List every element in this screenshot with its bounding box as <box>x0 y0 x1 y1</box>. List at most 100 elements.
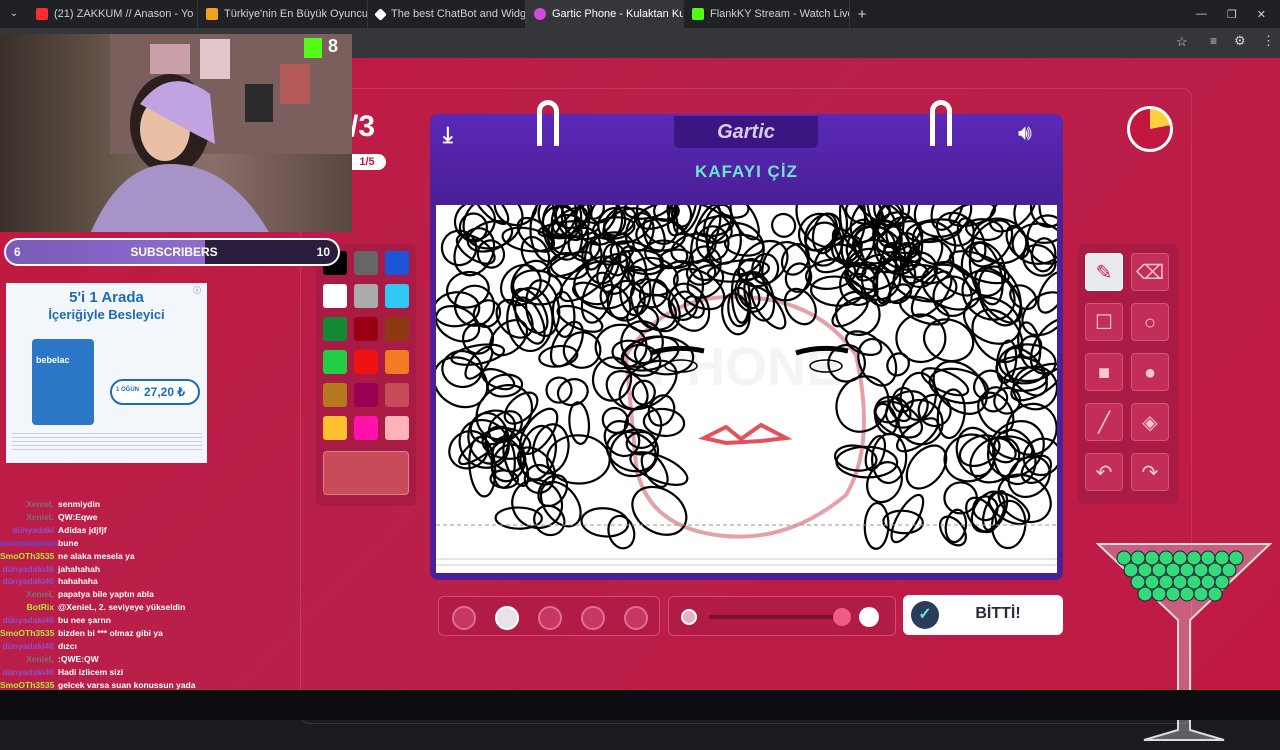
chat-username[interactable]: usertamamları <box>0 537 58 550</box>
redo-icon[interactable]: ↷ <box>1131 453 1169 491</box>
opacity-max-dot <box>859 607 879 627</box>
kick-ball <box>1165 586 1181 602</box>
color-swatch[interactable] <box>323 350 347 374</box>
ad-brand: bebelac <box>36 355 70 365</box>
media-icon[interactable]: ≡ <box>1210 34 1217 48</box>
color-swatch[interactable] <box>323 317 347 341</box>
hair-scribble <box>771 212 797 238</box>
chat-username[interactable]: XenieL <box>0 588 54 601</box>
color-swatch[interactable] <box>323 284 347 308</box>
hair-scribble <box>537 474 569 508</box>
chat-username[interactable]: dünyadaki46 <box>0 640 55 653</box>
tab-gaming-site[interactable]: Türkiye'nin En Büyük Oyuncu D ✕ <box>198 0 368 28</box>
ellipse-outline-tool[interactable]: ○ <box>1131 303 1169 341</box>
brush-size-1[interactable] <box>452 606 476 630</box>
color-swatch[interactable] <box>354 251 378 275</box>
round-sub-badge: 1/5 <box>348 154 386 170</box>
tab-label: (21) ZAKKUM // Anason - Yo <box>54 8 194 20</box>
hair-scribble <box>568 401 591 445</box>
drawing-canvas[interactable]: PHONE <box>436 205 1057 573</box>
streamer-webcam <box>90 34 352 232</box>
tool-panel: ✎ ⌫ ☐ ○ ■ ● ╱ ◈ ↶ ↷ <box>1078 244 1178 504</box>
color-swatch[interactable] <box>354 416 378 440</box>
chat-text: senmiydin <box>58 499 101 509</box>
drawing-strokes: PHONE <box>436 205 1057 566</box>
chat-message: XenieL:QWE:QW <box>0 653 300 666</box>
color-swatch[interactable] <box>385 284 409 308</box>
opacity-slider-handle[interactable] <box>833 608 851 626</box>
chat-text: Hadi izlicem sizi <box>58 666 124 677</box>
color-swatch[interactable] <box>385 383 409 407</box>
maximize-icon[interactable]: ❐ <box>1227 8 1237 21</box>
chat-username[interactable]: dünyadaki46 <box>0 666 55 679</box>
chat-text: jahahahah <box>58 563 101 574</box>
new-tab-button[interactable]: + <box>850 6 874 23</box>
opacity-slider-bar <box>668 596 896 636</box>
rectangle-fill-tool[interactable]: ■ <box>1085 353 1123 391</box>
color-swatch[interactable] <box>354 284 378 308</box>
color-swatch[interactable] <box>354 350 378 374</box>
done-button[interactable]: ✓ BİTTİ! <box>903 595 1063 635</box>
brush-size-3[interactable] <box>538 606 562 630</box>
chat-username[interactable]: XenieL <box>0 498 54 511</box>
ad-title-1: 5'i 1 Arada <box>69 289 144 306</box>
opacity-min-dot <box>681 609 697 625</box>
chat-text: gelcek varsa suan konussun yada <box>58 679 196 690</box>
color-swatch[interactable] <box>385 251 409 275</box>
sound-icon[interactable]: 🔊︎ <box>1018 120 1032 146</box>
line-tool[interactable]: ╱ <box>1085 403 1123 441</box>
ad-choices-icon[interactable]: ⓘ <box>193 285 205 295</box>
opacity-slider-track[interactable] <box>709 615 843 619</box>
tab-chatbot[interactable]: The best ChatBot and Widgets ✕ <box>368 0 526 28</box>
undo-icon[interactable]: ↶ <box>1085 453 1123 491</box>
gartic-icon <box>534 8 546 20</box>
ellipse-fill-tool[interactable]: ● <box>1131 353 1169 391</box>
color-swatch[interactable] <box>385 317 409 341</box>
fill-bucket-tool[interactable]: ◈ <box>1131 403 1169 441</box>
chat-message: dünyadaki46 bu nee şarnn <box>0 614 300 627</box>
brush-size-2[interactable] <box>495 606 519 630</box>
chat-message: XenieL papatya bile yaptın abla <box>0 588 300 601</box>
chat-username[interactable]: XenieL <box>0 653 54 666</box>
tab-gartic-phone[interactable]: Gartic Phone - Kulaktan Kul ✕ <box>526 0 684 28</box>
extensions-icon[interactable]: ⚙ <box>1234 33 1246 49</box>
kick-ball <box>1137 586 1153 602</box>
color-swatch[interactable] <box>354 317 378 341</box>
color-swatch[interactable] <box>354 383 378 407</box>
color-swatch[interactable] <box>385 416 409 440</box>
chat-username[interactable]: XenieL <box>0 511 54 524</box>
ad-fine-print <box>12 433 202 451</box>
close-window-icon[interactable]: ✕ <box>1257 8 1266 21</box>
color-swatch[interactable] <box>385 350 409 374</box>
minimize-icon[interactable]: — <box>1196 8 1207 21</box>
eraser-tool[interactable]: ⌫ <box>1131 253 1169 291</box>
chat-username[interactable]: SmoOTh3535 <box>0 550 54 563</box>
chat-username[interactable]: dünyadaki46 <box>0 575 55 588</box>
chat-username[interactable]: dünyadaki46 <box>0 614 55 627</box>
tab-youtube[interactable]: (21) ZAKKUM // Anason - Yo ✕ <box>28 0 198 28</box>
advertisement[interactable]: 5'i 1 Arada İçeriğiyle Besleyici bebelac… <box>6 283 207 463</box>
brush-size-bar <box>438 596 660 636</box>
chat-text: Adidas jdjfjf <box>58 524 107 535</box>
chat-username[interactable]: SmoOTh3535 <box>0 627 54 640</box>
pencil-tool[interactable]: ✎ <box>1085 253 1123 291</box>
bookmark-star-icon[interactable]: ☆ <box>1176 34 1188 50</box>
chat-username[interactable]: dünyadaki <box>0 524 54 537</box>
chat-username[interactable]: BotRix <box>0 601 54 614</box>
menu-icon[interactable]: ⋮ <box>1262 33 1275 49</box>
download-icon[interactable]: ⤓ <box>443 122 453 148</box>
color-swatch[interactable] <box>323 416 347 440</box>
hair-scribble <box>1005 224 1030 259</box>
rectangle-outline-tool[interactable]: ☐ <box>1085 303 1123 341</box>
brush-size-4[interactable] <box>581 606 605 630</box>
chat-username[interactable]: dünyadaki46 <box>0 563 55 576</box>
timer-icon <box>1127 106 1173 152</box>
kick-ball <box>1207 586 1223 602</box>
youtube-icon <box>36 8 48 20</box>
chat-text: bune <box>58 537 79 548</box>
tab-kick-stream[interactable]: FlankKY Stream - Watch Live or ✕ <box>684 0 850 28</box>
color-swatch[interactable] <box>323 383 347 407</box>
tab-search-icon[interactable]: ⌄ <box>0 0 28 28</box>
browser-tab-bar: ⌄ (21) ZAKKUM // Anason - Yo ✕ Türkiye'n… <box>0 0 1280 28</box>
brush-size-5[interactable] <box>624 606 648 630</box>
